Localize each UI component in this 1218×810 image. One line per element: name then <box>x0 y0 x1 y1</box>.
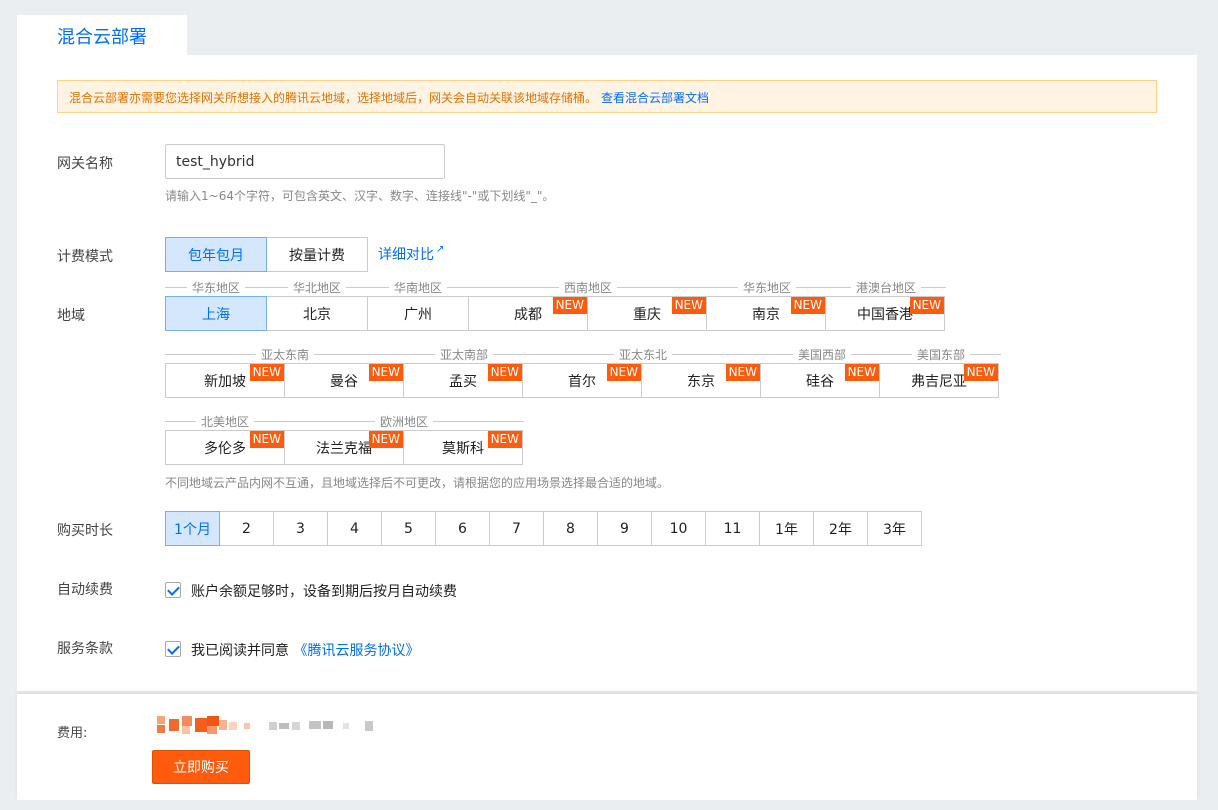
region-group-ap-south: 亚太南部 <box>404 346 525 363</box>
region-virginia[interactable]: 弗吉尼亚 NEW <box>879 363 999 398</box>
region-hongkong[interactable]: 中国香港 NEW <box>825 296 945 331</box>
region-seoul[interactable]: 首尔 NEW <box>522 363 642 398</box>
tab-hybrid-deploy[interactable]: 混合云部署 <box>17 15 187 55</box>
purchase-footer: 费用: 立即购买 <box>17 694 1197 800</box>
new-badge: NEW <box>552 297 587 314</box>
billing-option-monthly[interactable]: 包年包月 <box>165 237 267 272</box>
region-moscow[interactable]: 莫斯科 NEW <box>403 430 523 465</box>
duration-option-9[interactable]: 9 <box>597 511 652 546</box>
region-hint: 不同地域云产品内网不互通，且地域选择后不可更改，请根据您的应用场景选择最合适的地… <box>165 476 670 490</box>
duration-option-4[interactable]: 4 <box>327 511 382 546</box>
duration-option-1y[interactable]: 1年 <box>759 511 814 546</box>
notice-text: 混合云部署亦需要您选择网关所想接入的腾讯云地域，选择地域后，网关会自动关联该地域… <box>69 91 598 105</box>
gateway-name-input[interactable] <box>165 144 445 179</box>
new-badge: NEW <box>249 364 284 381</box>
region-group-north-america: 北美地区 <box>165 413 286 430</box>
duration-option-8[interactable]: 8 <box>543 511 598 546</box>
region-group-east: 华东地区 <box>165 279 268 296</box>
gateway-name-label: 网关名称 <box>57 156 113 172</box>
region-bangkok[interactable]: 曼谷 NEW <box>284 363 404 398</box>
region-group-ap-southeast: 亚太东南 <box>165 346 406 363</box>
new-badge: NEW <box>725 364 760 381</box>
buy-now-button[interactable]: 立即购买 <box>152 750 250 784</box>
auto-renew-label: 自动续费 <box>57 582 113 598</box>
billing-option-payg[interactable]: 按量计费 <box>266 237 368 272</box>
tab-title: 混合云部署 <box>57 27 147 48</box>
new-badge: NEW <box>963 364 998 381</box>
region-singapore[interactable]: 新加坡 NEW <box>165 363 285 398</box>
new-badge: NEW <box>671 297 706 314</box>
terms-label: 服务条款 <box>57 641 113 657</box>
region-beijing[interactable]: 北京 <box>266 296 368 331</box>
external-link-icon: ↗ <box>436 244 445 255</box>
duration-option-2y[interactable]: 2年 <box>813 511 868 546</box>
region-group-us-west: 美国西部 <box>762 346 883 363</box>
region-mumbai[interactable]: 孟买 NEW <box>403 363 523 398</box>
terms-text: 我已阅读并同意 《腾讯云服务协议》 <box>191 640 419 660</box>
region-toronto[interactable]: 多伦多 NEW <box>165 430 285 465</box>
notice-banner: 混合云部署亦需要您选择网关所想接入的腾讯云地域，选择地域后，网关会自动关联该地域… <box>57 80 1157 113</box>
region-group-ap-northeast: 亚太东北 <box>523 346 764 363</box>
auto-renew-checkbox[interactable] <box>165 582 181 598</box>
price-mosaic <box>157 716 387 736</box>
docs-link[interactable]: 查看混合云部署文档 <box>601 91 709 105</box>
compare-link-text: 详细对比 <box>378 247 434 263</box>
duration-option-2[interactable]: 2 <box>219 511 274 546</box>
duration-option-3y[interactable]: 3年 <box>867 511 922 546</box>
region-group-south: 华南地区 <box>367 279 470 296</box>
new-badge: NEW <box>249 431 284 448</box>
region-guangzhou[interactable]: 广州 <box>367 296 469 331</box>
region-group-north: 华北地区 <box>266 279 369 296</box>
service-agreement-link[interactable]: 《腾讯云服务协议》 <box>293 643 419 659</box>
region-group-hmt: 港澳台地区 <box>826 279 947 296</box>
new-badge: NEW <box>368 431 403 448</box>
duration-option-5[interactable]: 5 <box>381 511 436 546</box>
new-badge: NEW <box>368 364 403 381</box>
new-badge: NEW <box>790 297 825 314</box>
region-nanjing[interactable]: 南京 NEW <box>706 296 826 331</box>
region-tokyo[interactable]: 东京 NEW <box>641 363 761 398</box>
fee-label: 费用: <box>57 726 88 741</box>
new-badge: NEW <box>844 364 879 381</box>
duration-option-7[interactable]: 7 <box>489 511 544 546</box>
region-group-europe: 欧洲地区 <box>284 413 525 430</box>
region-frankfurt[interactable]: 法兰克福 NEW <box>284 430 404 465</box>
region-silicon-valley[interactable]: 硅谷 NEW <box>760 363 880 398</box>
duration-option-6[interactable]: 6 <box>435 511 490 546</box>
duration-option-1m[interactable]: 1个月 <box>165 511 220 546</box>
region-chengdu[interactable]: 成都 NEW <box>468 296 588 331</box>
terms-agree-text: 我已阅读并同意 <box>191 643 289 659</box>
region-label: 地域 <box>57 308 85 324</box>
gateway-name-hint: 请输入1~64个字符，可包含英文、汉字、数字、连接线"-"或下划线"_"。 <box>165 189 555 203</box>
new-badge: NEW <box>487 364 522 381</box>
region-chongqing[interactable]: 重庆 NEW <box>587 296 707 331</box>
region-group-east-2: 华东地区 <box>707 279 828 296</box>
terms-checkbox[interactable] <box>165 641 181 657</box>
duration-option-3[interactable]: 3 <box>273 511 328 546</box>
new-badge: NEW <box>909 297 944 314</box>
billing-label: 计费模式 <box>57 249 113 265</box>
new-badge: NEW <box>606 364 641 381</box>
duration-option-10[interactable]: 10 <box>651 511 706 546</box>
region-group-us-east: 美国东部 <box>881 346 1002 363</box>
region-shanghai[interactable]: 上海 <box>165 296 267 331</box>
duration-label: 购买时长 <box>57 523 113 539</box>
new-badge: NEW <box>487 431 522 448</box>
duration-option-11[interactable]: 11 <box>705 511 760 546</box>
compare-link[interactable]: 详细对比 ↗ <box>378 244 444 264</box>
region-group-southwest: 西南地区 <box>468 279 709 296</box>
form-panel: 混合云部署亦需要您选择网关所想接入的腾讯云地域，选择地域后，网关会自动关联该地域… <box>17 55 1197 691</box>
auto-renew-text: 账户余额足够时，设备到期后按月自动续费 <box>191 584 457 600</box>
